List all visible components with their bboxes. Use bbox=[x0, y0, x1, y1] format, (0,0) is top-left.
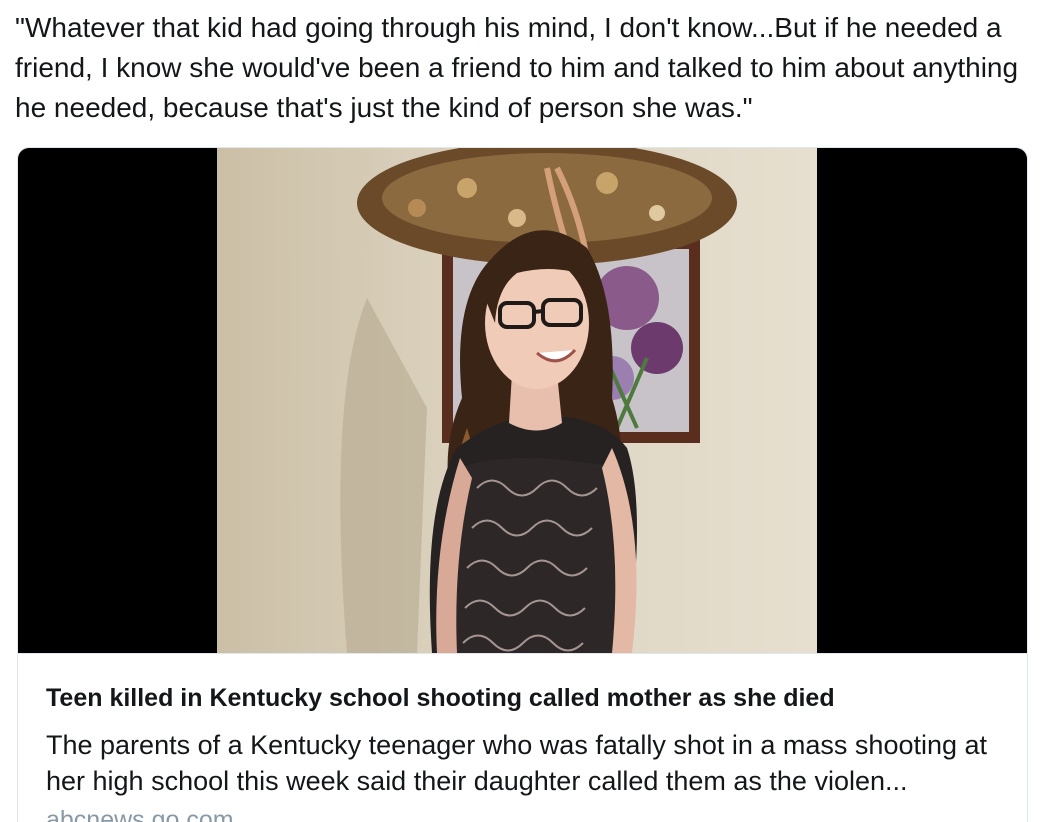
card-domain[interactable]: abcnews.go.com bbox=[46, 804, 234, 822]
card-description: The parents of a Kentucky teenager who w… bbox=[46, 730, 988, 796]
card-info[interactable]: Teen killed in Kentucky school shooting … bbox=[18, 653, 1027, 822]
card-title[interactable]: Teen killed in Kentucky school shooting … bbox=[46, 682, 1006, 714]
card-media[interactable] bbox=[18, 148, 1027, 653]
link-card[interactable]: Teen killed in Kentucky school shooting … bbox=[17, 147, 1028, 822]
girl-photo-illustration bbox=[340, 148, 737, 653]
tweet-text: "Whatever that kid had going through his… bbox=[15, 12, 1019, 123]
card-photo bbox=[217, 148, 817, 653]
